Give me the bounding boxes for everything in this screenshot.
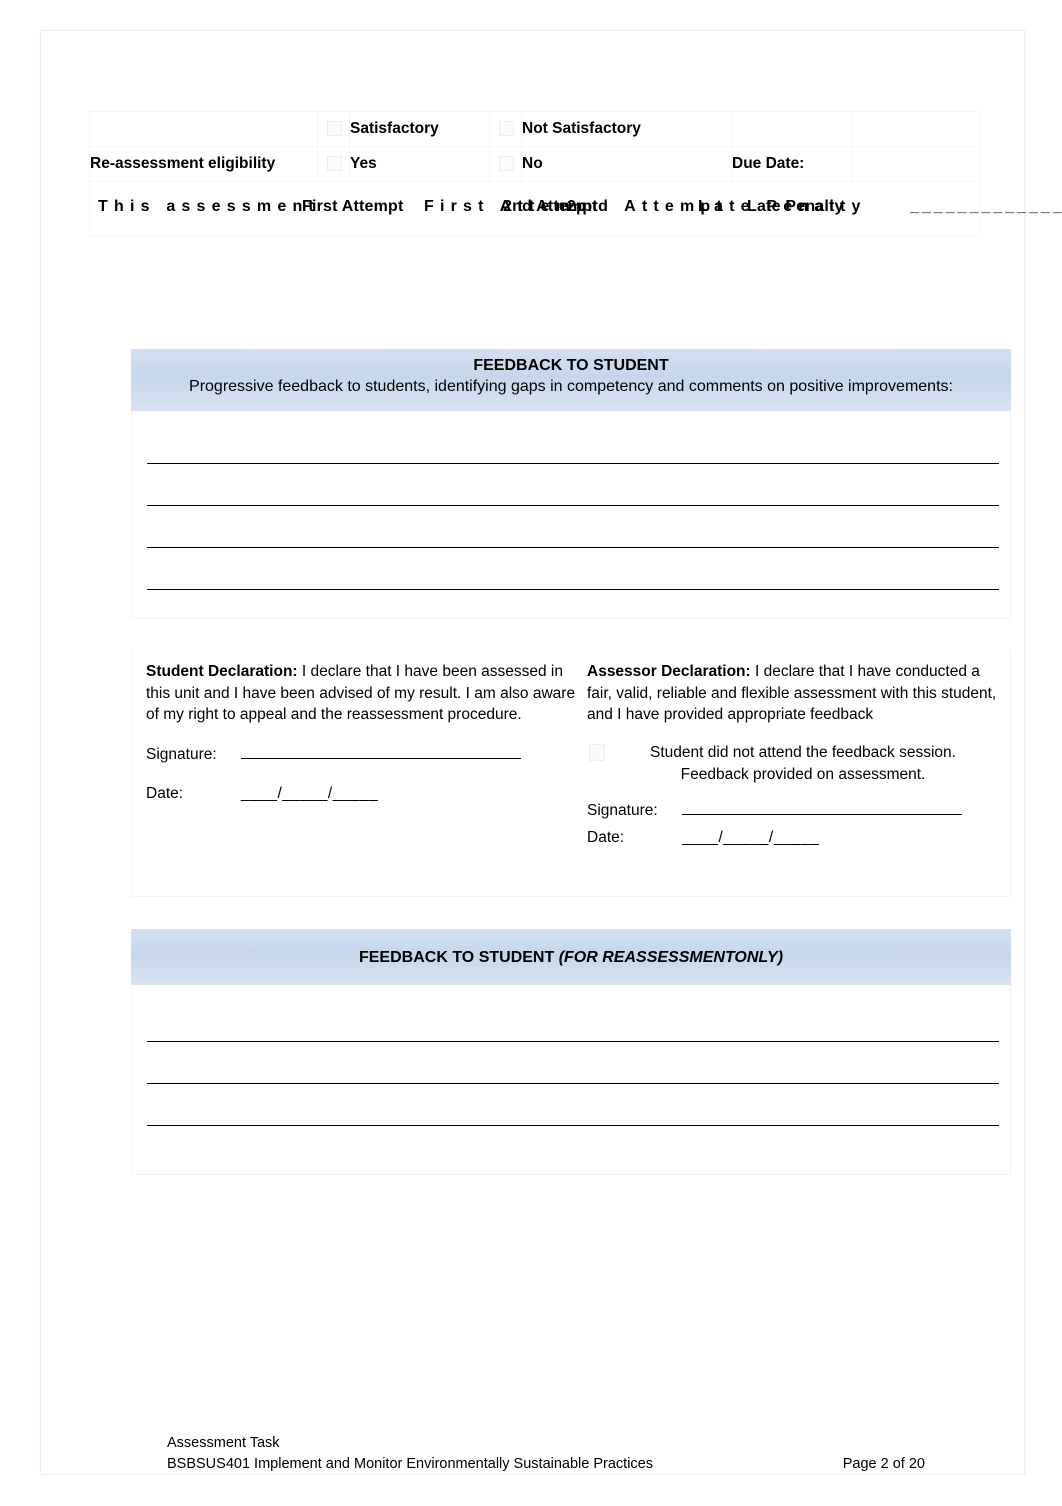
assessor-declaration-block: Assessor Declaration: I declare that I h…	[587, 661, 997, 848]
assessor-date-row[interactable]: Date: ____/_____/_____	[587, 827, 997, 848]
attempt-lead-text: This assessment	[98, 198, 320, 215]
feedback-rule-3	[147, 547, 999, 548]
page-footer: Assessment Task BSBSUS401 Implement and …	[167, 1433, 987, 1475]
result-row-spacer-cell	[731, 111, 852, 147]
yes-checkbox[interactable]	[327, 156, 342, 172]
result-row-trailing-cell	[851, 111, 980, 147]
no-checkbox[interactable]	[499, 156, 514, 172]
assessor-declaration-heading: Assessor Declaration:	[587, 663, 751, 680]
satisfactory-checkbox-cell[interactable]	[317, 111, 350, 147]
student-signature-row[interactable]: Signature:	[146, 744, 576, 765]
footer-page-number: Page 2 of 20	[842, 1456, 925, 1472]
not-satisfactory-label-cell: Not Satisfactory	[521, 111, 732, 147]
student-declaration-block: Student Declaration: I declare that I ha…	[146, 661, 576, 804]
feedback-rule-2	[147, 505, 999, 506]
assessor-signature-field[interactable]	[682, 813, 962, 815]
reassessment-rule-3	[147, 1125, 999, 1126]
attendance-note-line2: Feedback provided on assessment.	[680, 765, 926, 783]
reassessment-banner-title-italic: (FOR REASSESSMENTONLY)	[558, 948, 784, 966]
yes-label: Yes	[350, 154, 377, 172]
attendance-note: Student did not attend the feedback sess…	[587, 742, 997, 786]
table-row-result: Satisfactory Not Satisfactory	[89, 111, 980, 147]
no-label: No	[522, 154, 543, 172]
student-signature-label: Signature:	[146, 745, 217, 763]
footer-unit-title: BSBSUS401 Implement and Monitor Environm…	[167, 1456, 653, 1472]
due-date-label: Due Date:	[731, 146, 852, 182]
due-date-value-cell[interactable]	[851, 146, 980, 182]
no-checkbox-cell[interactable]	[489, 146, 522, 182]
not-satisfactory-checkbox[interactable]	[499, 121, 514, 137]
satisfactory-label-cell: Satisfactory	[349, 111, 490, 147]
reassessment-rule-2	[147, 1083, 999, 1084]
yes-checkbox-cell[interactable]	[317, 146, 350, 182]
assessor-signature-label: Signature:	[587, 801, 658, 819]
feedback-banner-subtitle: Progressive feedback to students, identi…	[189, 378, 953, 395]
feedback-banner: FEEDBACK TO STUDENT Progressive feedback…	[131, 349, 1011, 411]
assessor-signature-row[interactable]: Signature:	[587, 800, 997, 821]
attempt-row-cell: This assessment First Attempt First Atte…	[89, 181, 1062, 237]
not-satisfactory-checkbox-cell[interactable]	[489, 111, 522, 147]
reassessment-rule-1	[147, 1041, 999, 1042]
student-signature-field[interactable]	[241, 757, 521, 759]
footer-line-1: Assessment Task	[167, 1435, 280, 1451]
did-not-attend-checkbox[interactable]	[589, 743, 605, 761]
reassessment-banner-title: FEEDBACK TO STUDENT (FOR REASSESSMENTONL…	[359, 947, 783, 968]
not-satisfactory-label: Not Satisfactory	[522, 119, 641, 137]
satisfactory-label: Satisfactory	[350, 119, 439, 137]
yes-label-cell: Yes	[349, 146, 490, 182]
feedback-rule-4	[147, 589, 999, 590]
assessment-result-table: Satisfactory Not Satisfactory Re-assessm…	[89, 111, 1062, 237]
reassessment-eligibility-label: Re-assessment eligibility	[89, 146, 318, 182]
feedback-ruled-area[interactable]	[131, 411, 1011, 619]
declarations-area: Student Declaration: I declare that I ha…	[131, 649, 1011, 897]
assessor-declaration-text: Assessor Declaration: I declare that I h…	[587, 661, 997, 726]
reassessment-ruled-area[interactable]	[131, 985, 1011, 1175]
feedback-rule-1	[147, 463, 999, 464]
student-date-field[interactable]: ____/_____/_____	[241, 783, 378, 804]
assessor-date-field[interactable]: ____/_____/_____	[682, 827, 819, 848]
attempt-spaced-late-penalty: Late Penalty	[698, 198, 867, 215]
reassessment-banner: FEEDBACK TO STUDENT (FOR REASSESSMENTONL…	[131, 929, 1011, 985]
no-label-cell: No	[521, 146, 732, 182]
result-row-label-cell	[89, 111, 318, 147]
table-row-reassessment: Re-assessment eligibility Yes No Due Dat…	[89, 146, 980, 182]
student-date-label: Date:	[146, 784, 184, 802]
student-date-row[interactable]: Date: ____/_____/_____	[146, 783, 576, 804]
attempt-row-content: This assessment First Attempt First Atte…	[90, 184, 1062, 234]
student-declaration-text: Student Declaration: I declare that I ha…	[146, 661, 576, 726]
document-page: Satisfactory Not Satisfactory Re-assessm…	[40, 30, 1062, 1475]
assessor-date-label: Date:	[587, 828, 625, 846]
feedback-banner-title: FEEDBACK TO STUDENT	[473, 357, 669, 374]
student-declaration-heading: Student Declaration:	[146, 663, 298, 680]
attendance-note-line1: Student did not attend the feedback sess…	[650, 743, 956, 761]
first-attempt-label[interactable]: First Attempt	[302, 198, 404, 216]
satisfactory-checkbox[interactable]	[327, 121, 342, 137]
reassessment-banner-title-text: FEEDBACK TO STUDENT	[358, 948, 559, 966]
table-row-attempt: This assessment First Attempt First Atte…	[89, 181, 1062, 237]
footer-line-2-row: BSBSUS401 Implement and Monitor Environm…	[167, 1454, 987, 1475]
late-penalty-blank[interactable]: ______________	[910, 198, 1062, 216]
